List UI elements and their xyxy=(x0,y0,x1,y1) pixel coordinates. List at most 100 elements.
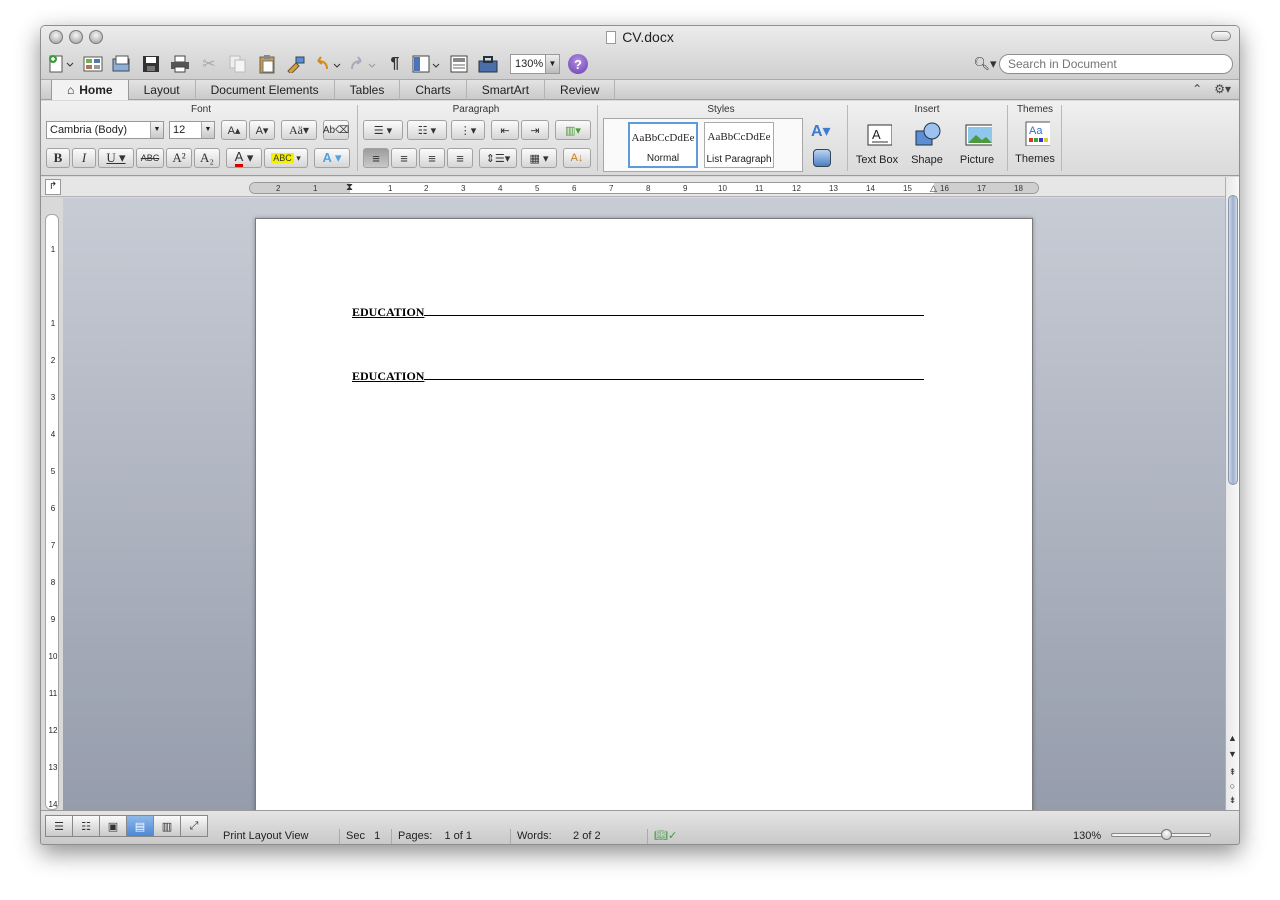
ruler-number: 16 xyxy=(940,184,949,193)
align-right-button[interactable]: ≡ xyxy=(419,148,445,168)
multilevel-list-button[interactable]: ⋮▾ xyxy=(451,120,485,140)
themes-icon: Aa xyxy=(1025,121,1059,147)
tab-home[interactable]: ⌂ Home xyxy=(51,80,129,100)
font-name-combo[interactable]: Cambria (Body) ▼ xyxy=(46,121,164,139)
search-input[interactable] xyxy=(999,54,1233,74)
decrease-indent-button[interactable]: ⇤ xyxy=(491,120,519,140)
education-heading-1[interactable]: EDUCATION xyxy=(352,305,925,320)
tab-tables[interactable]: Tables xyxy=(335,80,401,100)
document-page[interactable]: EDUCATION EDUCATION xyxy=(255,218,1033,812)
publishing-view-icon[interactable]: ▣ xyxy=(99,815,127,837)
text-effects-button[interactable]: A ▾ xyxy=(314,148,350,168)
manage-styles-icon[interactable]: A▾ xyxy=(811,121,831,141)
columns-button[interactable]: ▥▾ xyxy=(555,120,591,140)
ruler-number: 1 xyxy=(313,184,318,193)
media-browser-icon[interactable] xyxy=(446,52,472,76)
bullets-button[interactable]: ☰ ▾ xyxy=(363,120,403,140)
numbering-button[interactable]: ☷ ▾ xyxy=(407,120,447,140)
borders-button[interactable]: ▦ ▾ xyxy=(521,148,557,168)
format-painter-icon[interactable] xyxy=(283,52,309,76)
right-indent-marker-icon[interactable]: △ xyxy=(930,183,937,193)
shrink-font-button[interactable]: A▾ xyxy=(249,120,275,140)
line-spacing-button[interactable]: ⇕☰▾ xyxy=(479,148,517,168)
scroll-up-icon[interactable]: ▲ xyxy=(1227,733,1238,743)
print-layout-view-icon[interactable]: ▤ xyxy=(126,815,154,837)
picture-button[interactable]: Picture xyxy=(951,121,1003,166)
ruler-number: 9 xyxy=(683,184,688,193)
tab-charts[interactable]: Charts xyxy=(400,80,467,100)
font-color-button[interactable]: A ▾ xyxy=(226,148,262,168)
underline-button[interactable]: U ▾ xyxy=(98,148,134,168)
tab-selector-icon[interactable]: ↱ xyxy=(45,179,61,195)
templates-icon[interactable] xyxy=(80,52,106,76)
redo-icon[interactable] xyxy=(347,52,379,76)
help-icon[interactable]: ? xyxy=(568,54,588,74)
zoom-slider-knob[interactable] xyxy=(1161,829,1172,840)
clear-formatting-button[interactable]: Ab⌫ xyxy=(323,120,349,140)
zoom-dropdown-icon[interactable]: ▼ xyxy=(545,55,559,73)
tab-document-elements[interactable]: Document Elements xyxy=(196,80,335,100)
style-sample: AaBbCcDdEe xyxy=(707,131,771,143)
styles-pane-icon[interactable] xyxy=(813,149,831,167)
shape-icon xyxy=(915,122,951,146)
zoom-slider[interactable] xyxy=(1111,829,1211,840)
italic-button[interactable]: I xyxy=(72,148,96,168)
scroll-thumb[interactable] xyxy=(1228,195,1238,485)
paste-icon[interactable] xyxy=(254,52,280,76)
highlight-button[interactable]: ABC ▾ xyxy=(264,148,308,168)
full-screen-view-icon[interactable]: ⤢ xyxy=(180,815,208,837)
save-icon[interactable] xyxy=(138,52,164,76)
strikethrough-button[interactable]: ABC xyxy=(136,148,164,168)
style-normal[interactable]: AaBbCcDdEe Normal xyxy=(628,122,698,168)
font-size-dropdown-icon[interactable]: ▼ xyxy=(201,122,214,138)
draft-view-icon[interactable]: ☰ xyxy=(45,815,73,837)
pilcrow-icon[interactable]: ¶ xyxy=(382,52,408,76)
new-document-icon[interactable] xyxy=(45,52,77,76)
align-left-button[interactable]: ≡ xyxy=(363,148,389,168)
subscript-button[interactable]: A₂ xyxy=(194,148,220,168)
print-icon[interactable] xyxy=(167,52,193,76)
align-center-button[interactable]: ≡ xyxy=(391,148,417,168)
vertical-ruler[interactable]: 1 1 2 3 4 5 6 7 8 9 10 11 12 13 14 xyxy=(45,214,59,810)
shape-button[interactable]: Shape xyxy=(901,121,953,166)
collapse-ribbon-icon[interactable]: ⌃ xyxy=(1192,82,1202,96)
magnifier-icon[interactable]: 🔍︎▾ xyxy=(971,56,999,72)
themes-button[interactable]: Aa Themes xyxy=(1009,120,1061,165)
document-canvas[interactable]: EDUCATION EDUCATION xyxy=(63,198,1227,812)
change-case-button[interactable]: Aä▾ xyxy=(281,120,317,140)
toolbar-toggle-button[interactable] xyxy=(1211,31,1231,41)
text-box-button[interactable]: A Text Box xyxy=(851,121,903,166)
outline-view-icon[interactable]: ☷ xyxy=(72,815,100,837)
next-page-icon[interactable]: ⇟ xyxy=(1227,795,1238,806)
tab-smartart[interactable]: SmartArt xyxy=(467,80,546,100)
ribbon-separator xyxy=(357,105,358,171)
indent-marker-icon[interactable]: ⧗ xyxy=(346,183,353,193)
tab-layout[interactable]: Layout xyxy=(129,80,196,100)
gear-icon[interactable]: ⚙▾ xyxy=(1214,82,1231,96)
previous-page-icon[interactable]: ⇞ xyxy=(1227,767,1238,778)
increase-indent-button[interactable]: ⇥ xyxy=(521,120,549,140)
browse-object-icon[interactable]: ○ xyxy=(1227,781,1238,791)
open-icon[interactable] xyxy=(109,52,135,76)
font-size-combo[interactable]: 12 ▼ xyxy=(169,121,215,139)
sort-button[interactable]: A↓ xyxy=(563,148,591,168)
vertical-scrollbar[interactable]: ▲ ▼ ⇞ ○ ⇟ xyxy=(1225,177,1239,813)
sidebar-icon[interactable] xyxy=(411,52,443,76)
toolbox-icon[interactable] xyxy=(475,52,501,76)
horizontal-ruler[interactable]: 2 1 1 2 3 4 5 6 7 8 9 10 11 12 13 14 15 … xyxy=(249,182,1039,194)
education-heading-2[interactable]: EDUCATION xyxy=(352,369,925,384)
tab-review[interactable]: Review xyxy=(545,80,616,100)
notebook-view-icon[interactable]: ▥ xyxy=(153,815,181,837)
cut-icon[interactable]: ✂ xyxy=(196,52,222,76)
copy-icon[interactable] xyxy=(225,52,251,76)
scroll-down-icon[interactable]: ▼ xyxy=(1227,749,1238,759)
style-list-paragraph[interactable]: AaBbCcDdEe List Paragraph xyxy=(704,122,774,168)
justify-button[interactable]: ≡ xyxy=(447,148,473,168)
grow-font-button[interactable]: A▴ xyxy=(221,120,247,140)
zoom-combo[interactable]: 130% ▼ xyxy=(510,54,560,74)
font-name-dropdown-icon[interactable]: ▼ xyxy=(150,122,163,138)
status-spellcheck[interactable]: 📖︎✓ xyxy=(647,829,683,844)
undo-icon[interactable] xyxy=(312,52,344,76)
superscript-button[interactable]: A² xyxy=(166,148,192,168)
bold-button[interactable]: B xyxy=(46,148,70,168)
